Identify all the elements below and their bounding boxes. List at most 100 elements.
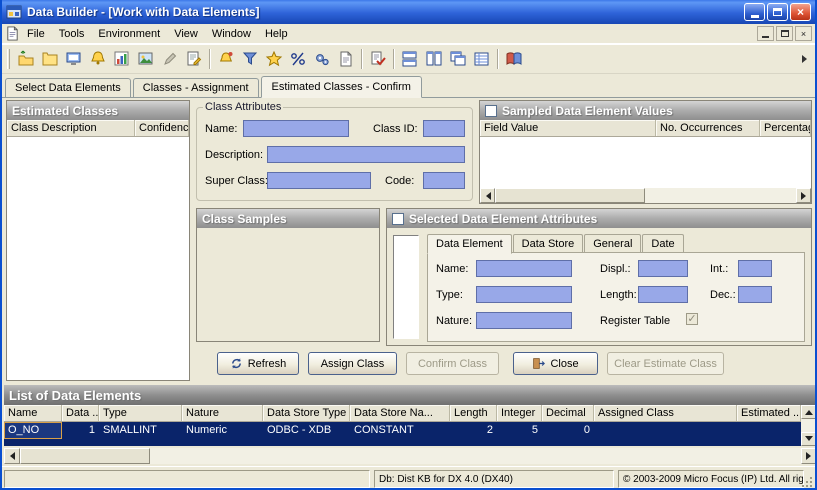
favorites-icon[interactable] — [262, 47, 286, 71]
help-book-icon[interactable] — [502, 47, 526, 71]
cell-integer[interactable]: 5 — [497, 422, 542, 439]
cell-data-store-type[interactable]: ODBC - XDB — [263, 422, 350, 439]
scroll-right-icon[interactable] — [796, 188, 811, 203]
attr-name-field[interactable] — [476, 260, 572, 277]
cell-assigned-class[interactable] — [594, 422, 737, 439]
class-id-field[interactable] — [423, 120, 465, 137]
column-data-store-type[interactable]: Data Store Type — [263, 405, 350, 421]
toolbar-grip[interactable] — [7, 49, 10, 69]
edit-icon[interactable] — [158, 47, 182, 71]
scrollbar-track[interactable] — [645, 188, 796, 203]
toolbar-overflow-icon[interactable] — [802, 55, 811, 63]
register-table-checkbox[interactable]: ✓ — [686, 313, 698, 325]
table-row-partial[interactable] — [4, 439, 801, 446]
filter-icon[interactable] — [238, 47, 262, 71]
scrollbar-thumb[interactable] — [20, 448, 150, 464]
super-class-field[interactable] — [267, 172, 371, 189]
cell-type[interactable]: SMALLINT — [99, 422, 182, 439]
scroll-right-icon[interactable] — [801, 448, 817, 464]
displ-field[interactable] — [638, 260, 688, 277]
tile-vertical-icon[interactable] — [422, 47, 446, 71]
sampled-values-checkbox[interactable] — [485, 105, 497, 117]
menu-view[interactable]: View — [167, 25, 205, 43]
table-row[interactable]: O_NO 1 SMALLINT Numeric ODBC - XDB CONST… — [4, 422, 801, 439]
menu-help[interactable]: Help — [258, 25, 295, 43]
scrollbar-track[interactable] — [150, 448, 801, 464]
cascade-icon[interactable] — [446, 47, 470, 71]
tab-estimated-classes-confirm[interactable]: Estimated Classes - Confirm — [261, 76, 422, 98]
cell-data-store-name[interactable]: CONSTANT — [350, 422, 450, 439]
mdi-child-icon[interactable] — [5, 26, 20, 41]
column-no-occurrences[interactable]: No. Occurrences — [656, 120, 760, 136]
column-type[interactable]: Type — [99, 405, 182, 421]
clear-estimate-class-button[interactable]: Clear Estimate Class — [607, 352, 724, 375]
column-name[interactable]: Name — [4, 405, 62, 421]
mdi-restore-button[interactable] — [776, 26, 793, 41]
estimated-classes-body[interactable] — [7, 137, 189, 380]
length-field[interactable] — [638, 286, 688, 303]
int-field[interactable] — [738, 260, 772, 277]
cell-nature[interactable]: Numeric — [182, 422, 263, 439]
mdi-close-button[interactable]: × — [795, 26, 812, 41]
refresh-button[interactable]: Refresh — [217, 352, 299, 375]
resize-grip[interactable] — [800, 475, 814, 489]
cell-length[interactable]: 2 — [450, 422, 497, 439]
bell-icon[interactable] — [86, 47, 110, 71]
open-icon[interactable] — [14, 47, 38, 71]
cell-data-elements[interactable]: 1 — [62, 422, 99, 439]
monitor-icon[interactable] — [62, 47, 86, 71]
sampled-values-body[interactable] — [480, 137, 811, 188]
scrollbar-track[interactable] — [801, 419, 817, 432]
column-data-store-name[interactable]: Data Store Na... — [350, 405, 450, 421]
menu-tools[interactable]: Tools — [52, 25, 92, 43]
tile-horizontal-icon[interactable] — [398, 47, 422, 71]
column-decimal[interactable]: Decimal — [542, 405, 594, 421]
column-length[interactable]: Length — [450, 405, 497, 421]
minimize-button[interactable] — [744, 3, 765, 21]
column-class-description[interactable]: Class Description — [7, 120, 135, 136]
notepad-icon[interactable] — [182, 47, 206, 71]
column-estimated-class[interactable]: Estimated ... — [737, 405, 801, 421]
column-data-elements[interactable]: Data ... — [62, 405, 99, 421]
class-name-field[interactable] — [243, 120, 349, 137]
percent-icon[interactable] — [286, 47, 310, 71]
scroll-down-icon[interactable] — [801, 432, 817, 446]
column-percentage[interactable]: Percentage — [760, 120, 811, 136]
image-icon[interactable] — [134, 47, 158, 71]
menu-environment[interactable]: Environment — [91, 25, 167, 43]
close-dialog-button[interactable]: Close — [513, 352, 598, 375]
scroll-left-icon[interactable] — [4, 448, 20, 464]
code-field[interactable] — [423, 172, 465, 189]
cell-estimated-class[interactable] — [737, 422, 801, 439]
column-field-value[interactable]: Field Value — [480, 120, 656, 136]
close-button[interactable]: × — [790, 3, 811, 21]
folder-icon[interactable] — [38, 47, 62, 71]
tab-data-store[interactable]: Data Store — [513, 234, 584, 253]
mdi-minimize-button[interactable] — [757, 26, 774, 41]
attr-type-field[interactable] — [476, 286, 572, 303]
tab-classes-assignment[interactable]: Classes - Assignment — [133, 78, 259, 97]
column-confidence[interactable]: Confidence — [135, 120, 189, 136]
nature-field[interactable] — [476, 312, 572, 329]
assign-class-button[interactable]: Assign Class — [308, 352, 397, 375]
class-sample-list[interactable] — [393, 235, 419, 339]
gears-icon[interactable] — [310, 47, 334, 71]
description-field[interactable] — [267, 146, 465, 163]
tab-select-data-elements[interactable]: Select Data Elements — [5, 78, 131, 97]
details-icon[interactable] — [470, 47, 494, 71]
scroll-left-icon[interactable] — [480, 188, 495, 203]
tab-data-element[interactable]: Data Element — [427, 234, 512, 254]
alarm-icon[interactable] — [214, 47, 238, 71]
validate-icon[interactable] — [366, 47, 390, 71]
menu-window[interactable]: Window — [205, 25, 258, 43]
column-integer[interactable]: Integer — [497, 405, 542, 421]
tab-date[interactable]: Date — [642, 234, 683, 253]
confirm-class-button[interactable]: Confirm Class — [406, 352, 499, 375]
class-samples-body[interactable] — [197, 228, 379, 341]
menu-file[interactable]: File — [20, 25, 52, 43]
selected-attributes-checkbox[interactable] — [392, 213, 404, 225]
tab-general[interactable]: General — [584, 234, 641, 253]
dec-field[interactable] — [738, 286, 772, 303]
document-icon[interactable] — [334, 47, 358, 71]
column-assigned-class[interactable]: Assigned Class — [594, 405, 737, 421]
